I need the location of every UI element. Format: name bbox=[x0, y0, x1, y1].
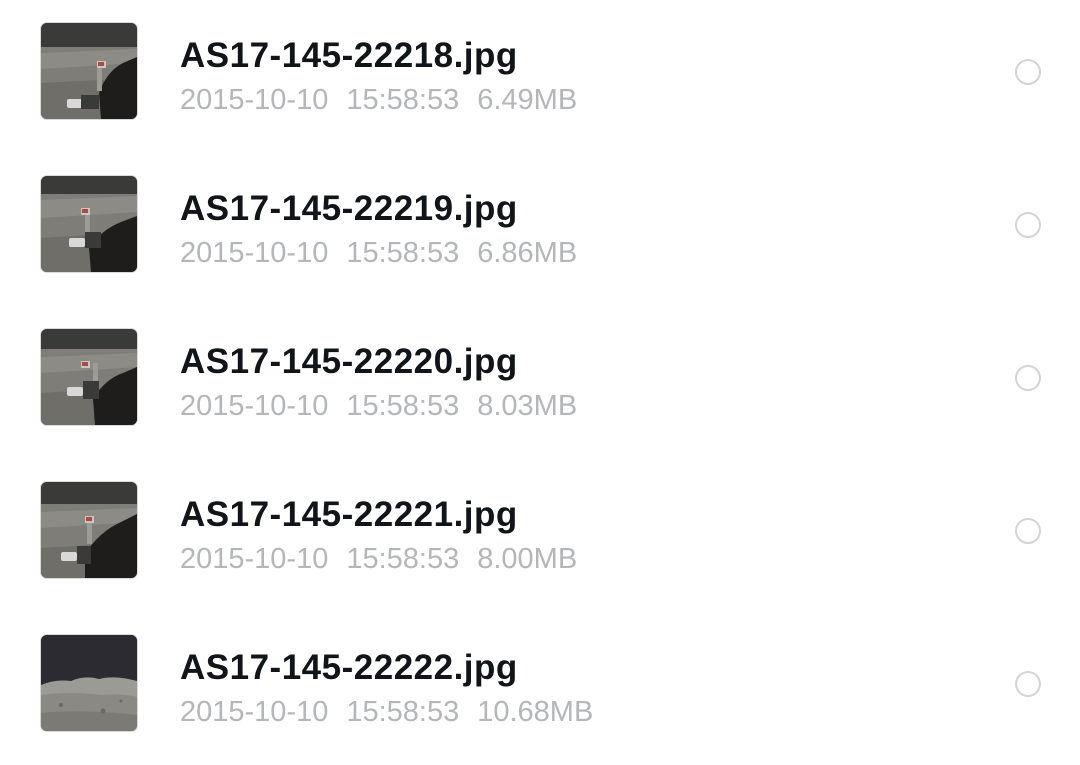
file-date: 2015-10-10 bbox=[180, 696, 329, 728]
file-time: 15:58:53 bbox=[346, 237, 460, 269]
file-meta: 2015-10-10 15:58:53 6.86MB bbox=[180, 236, 577, 270]
lunar-horizon-photo bbox=[41, 635, 137, 731]
lunar-surface-flag-photo bbox=[41, 176, 137, 272]
file-size: 8.00MB bbox=[477, 543, 578, 575]
file-row[interactable]: AS17-145-22221.jpg 2015-10-10 15:58:53 8.0… bbox=[0, 459, 1080, 612]
file-row[interactable]: AS17-145-22220.jpg 2015-10-10 15:58:53 8.0… bbox=[0, 306, 1080, 459]
file-row[interactable]: AS17-145-22219.jpg 2015-10-10 15:58:53 6.8… bbox=[0, 153, 1080, 306]
image-thumbnail[interactable] bbox=[41, 23, 137, 119]
lunar-surface-flag-photo bbox=[41, 482, 137, 578]
select-radio-button[interactable] bbox=[1015, 59, 1041, 85]
file-size: 6.49MB bbox=[477, 84, 578, 116]
file-name: AS17-145-22221.jpg bbox=[180, 495, 518, 534]
lunar-surface-flag-photo bbox=[41, 329, 137, 425]
select-radio-button[interactable] bbox=[1015, 671, 1041, 697]
file-size: 8.03MB bbox=[477, 390, 578, 422]
file-date: 2015-10-10 bbox=[180, 237, 329, 269]
file-row[interactable]: AS17-145-22222.jpg 2015-10-10 15:58:53 10.… bbox=[0, 612, 1080, 765]
file-time: 15:58:53 bbox=[346, 390, 460, 422]
select-radio-button[interactable] bbox=[1015, 212, 1041, 238]
image-thumbnail[interactable] bbox=[41, 329, 137, 425]
file-meta: 2015-10-10 15:58:53 8.03MB bbox=[180, 389, 577, 423]
file-time: 15:58:53 bbox=[346, 696, 460, 728]
image-thumbnail[interactable] bbox=[41, 176, 137, 272]
file-name: AS17-145-22220.jpg bbox=[180, 342, 518, 381]
file-meta: 2015-10-10 15:58:53 10.68MB bbox=[180, 695, 593, 729]
file-time: 15:58:53 bbox=[346, 84, 460, 116]
file-date: 2015-10-10 bbox=[180, 543, 329, 575]
lunar-surface-flag-photo bbox=[41, 23, 137, 119]
file-size: 10.68MB bbox=[477, 696, 594, 728]
file-name: AS17-145-22222.jpg bbox=[180, 648, 518, 687]
file-date: 2015-10-10 bbox=[180, 84, 329, 116]
file-meta: 2015-10-10 15:58:53 6.49MB bbox=[180, 83, 577, 117]
file-list: AS17-145-22218.jpg 2015-10-10 15:58:53 6.4… bbox=[0, 0, 1080, 761]
file-size: 6.86MB bbox=[477, 237, 578, 269]
file-time: 15:58:53 bbox=[346, 543, 460, 575]
select-radio-button[interactable] bbox=[1015, 365, 1041, 391]
image-thumbnail[interactable] bbox=[41, 635, 137, 731]
file-name: AS17-145-22219.jpg bbox=[180, 189, 518, 228]
file-meta: 2015-10-10 15:58:53 8.00MB bbox=[180, 542, 577, 576]
file-name: AS17-145-22218.jpg bbox=[180, 36, 518, 75]
select-radio-button[interactable] bbox=[1015, 518, 1041, 544]
image-thumbnail[interactable] bbox=[41, 482, 137, 578]
file-date: 2015-10-10 bbox=[180, 390, 329, 422]
file-row[interactable]: AS17-145-22218.jpg 2015-10-10 15:58:53 6.4… bbox=[0, 0, 1080, 153]
